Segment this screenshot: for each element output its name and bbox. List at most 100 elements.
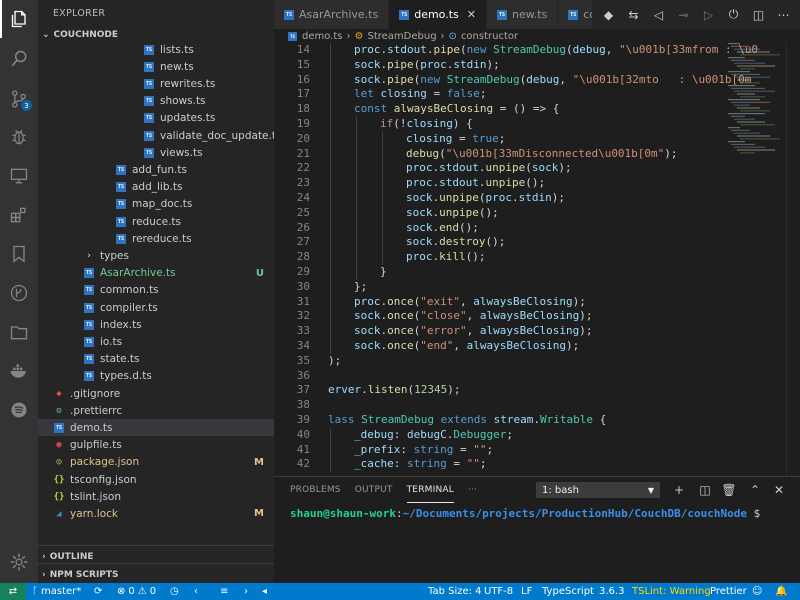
- tree-file[interactable]: TS validate_doc_update.ts: [38, 127, 274, 144]
- prettier-status[interactable]: Prettier: [710, 583, 747, 600]
- tree-file[interactable]: {} tslint.json: [38, 488, 274, 505]
- code-editor[interactable]: 14 proc.stdout.pipe(new StreamDebug(debug…: [274, 43, 800, 476]
- tree-file[interactable]: TS types.d.ts: [38, 368, 274, 385]
- new-terminal-icon[interactable]: +: [670, 481, 688, 499]
- split-terminal-icon[interactable]: ◫: [696, 481, 714, 499]
- extensions-icon[interactable]: [0, 196, 38, 234]
- indent-guide: [356, 235, 357, 251]
- sync-icon[interactable]: ⟳: [94, 583, 102, 600]
- debug-icon[interactable]: [0, 118, 38, 156]
- spotify-icon[interactable]: [0, 391, 38, 429]
- settings-gear-icon[interactable]: [0, 543, 38, 581]
- breadcrumb-file[interactable]: demo.ts: [302, 31, 343, 42]
- tree-file[interactable]: TS state.ts: [38, 351, 274, 368]
- indent-guide: [382, 191, 383, 206]
- tree-file[interactable]: TS shows.ts: [38, 93, 274, 110]
- tab-size[interactable]: Tab Size: 4: [428, 583, 482, 600]
- ts-version[interactable]: 3.6.3: [599, 583, 624, 600]
- tree-label: types: [100, 249, 129, 262]
- indent-guide: [330, 265, 331, 280]
- source-control-icon[interactable]: 3: [0, 80, 38, 118]
- nav-left-icon[interactable]: ‹: [194, 583, 198, 600]
- terminal-select[interactable]: 1: bash ▼: [536, 482, 660, 498]
- tree-folder[interactable]: › types: [38, 247, 274, 264]
- encoding[interactable]: UTF-8: [484, 583, 513, 600]
- tree-file[interactable]: ◎ package.json M: [38, 454, 274, 471]
- feedback-smiley-icon[interactable]: ☺: [752, 583, 762, 600]
- tree-file[interactable]: TS map_doc.ts: [38, 196, 274, 213]
- search-icon[interactable]: [0, 40, 38, 78]
- docker-icon[interactable]: [0, 352, 38, 390]
- remote-explorer-icon[interactable]: [0, 157, 38, 195]
- tree-file[interactable]: ● gulpfile.ts: [38, 437, 274, 454]
- tree-file[interactable]: ◆ .gitignore: [38, 385, 274, 402]
- tree-file[interactable]: TS io.ts: [38, 333, 274, 350]
- git-graph-icon[interactable]: [0, 274, 38, 312]
- back-icon[interactable]: ◁: [646, 0, 671, 29]
- tab-terminal[interactable]: TERMINAL: [406, 477, 454, 503]
- line-number: 35: [296, 353, 310, 367]
- editor-scrollbar[interactable]: [786, 43, 800, 476]
- problems-indicator[interactable]: ⊗ 0 ⚠ 0: [117, 583, 156, 600]
- tree-file[interactable]: TS lists.ts: [38, 41, 274, 58]
- forward-icon[interactable]: ▷: [696, 0, 721, 29]
- commit-icon[interactable]: ⊸: [671, 0, 696, 29]
- git-branch[interactable]: ᚴ master*: [32, 583, 81, 600]
- bookmarks-icon[interactable]: [0, 235, 38, 273]
- typescript-file-icon: TS: [116, 164, 126, 175]
- language-mode[interactable]: TypeScript: [542, 583, 594, 600]
- tab-problems[interactable]: PROBLEMS: [290, 477, 341, 503]
- projects-icon[interactable]: [0, 313, 38, 351]
- minimap-line: [737, 79, 750, 81]
- tree-file[interactable]: TS new.ts: [38, 58, 274, 75]
- compare-icon[interactable]: ⇆: [621, 0, 646, 29]
- tree-file[interactable]: TS rereduce.ts: [38, 230, 274, 247]
- npm-scripts-section[interactable]: › NPM SCRIPTS: [38, 563, 274, 583]
- tree-file[interactable]: TS reduce.ts: [38, 213, 274, 230]
- tree-file[interactable]: TS demo.ts: [38, 419, 274, 437]
- code-line: sock.once("close", alwaysBeClosing);: [354, 309, 593, 323]
- split-editor-icon[interactable]: ◫: [746, 0, 771, 29]
- tree-file[interactable]: ◢ yarn.lock M: [38, 505, 274, 522]
- code-line: lass StreamDebug extends stream.Writable…: [328, 413, 607, 426]
- nav-lines-icon[interactable]: ≡: [220, 583, 228, 600]
- notifications-bell-icon[interactable]: 🔔: [775, 583, 787, 600]
- tree-file[interactable]: TS index.ts: [38, 316, 274, 333]
- tab-asararchive[interactable]: TS AsarArchive.ts: [274, 0, 390, 29]
- maximize-panel-icon[interactable]: ⌃: [746, 481, 764, 499]
- remote-indicator[interactable]: ⇄: [0, 583, 26, 600]
- tree-file[interactable]: {} tsconfig.json: [38, 471, 274, 488]
- close-icon[interactable]: ✕: [467, 8, 476, 21]
- line-number: 25: [296, 205, 310, 219]
- line-ending[interactable]: LF: [521, 583, 532, 600]
- more-actions-icon[interactable]: ⋯: [771, 0, 796, 29]
- minimap[interactable]: [726, 43, 786, 163]
- close-panel-icon[interactable]: ✕: [770, 481, 788, 499]
- breadcrumb-class[interactable]: StreamDebug: [367, 31, 436, 42]
- git-status-letter: M: [254, 456, 264, 468]
- bookmark-status-icon[interactable]: ◂: [262, 583, 267, 600]
- diamond-icon[interactable]: ◆: [596, 0, 621, 29]
- nav-right-icon[interactable]: ›: [244, 583, 248, 600]
- tree-file[interactable]: TS updates.ts: [38, 110, 274, 127]
- panel-more-icon[interactable]: ···: [468, 477, 477, 503]
- tslint-status[interactable]: TSLint: Warning: [632, 583, 711, 600]
- power-icon[interactable]: ⏻: [721, 0, 746, 29]
- tab-new[interactable]: TS new.ts: [486, 0, 559, 29]
- tree-file[interactable]: ⚙ .prettierrc: [38, 402, 274, 419]
- explorer-icon[interactable]: [0, 0, 38, 38]
- tab-output[interactable]: OUTPUT: [355, 477, 393, 503]
- tree-file[interactable]: TS rewrites.ts: [38, 75, 274, 92]
- tree-file[interactable]: TS views.ts: [38, 144, 274, 161]
- terminal-prompt[interactable]: shaun@shaun-work:~/Documents/projects/Pr…: [290, 507, 760, 520]
- tree-file[interactable]: TS AsarArchive.ts U: [38, 265, 274, 282]
- tree-file[interactable]: TS add_lib.ts: [38, 179, 274, 196]
- tab-demo[interactable]: TS demo.ts ✕: [389, 0, 487, 29]
- tree-file[interactable]: TS common.ts: [38, 282, 274, 299]
- trash-icon[interactable]: 🗑: [720, 481, 738, 499]
- indent-guide: [330, 176, 331, 191]
- tree-file[interactable]: TS compiler.ts: [38, 299, 274, 316]
- breadcrumb-member[interactable]: constructor: [461, 31, 518, 42]
- history-icon[interactable]: ◷: [170, 583, 179, 600]
- tree-file[interactable]: TS add_fun.ts: [38, 161, 274, 178]
